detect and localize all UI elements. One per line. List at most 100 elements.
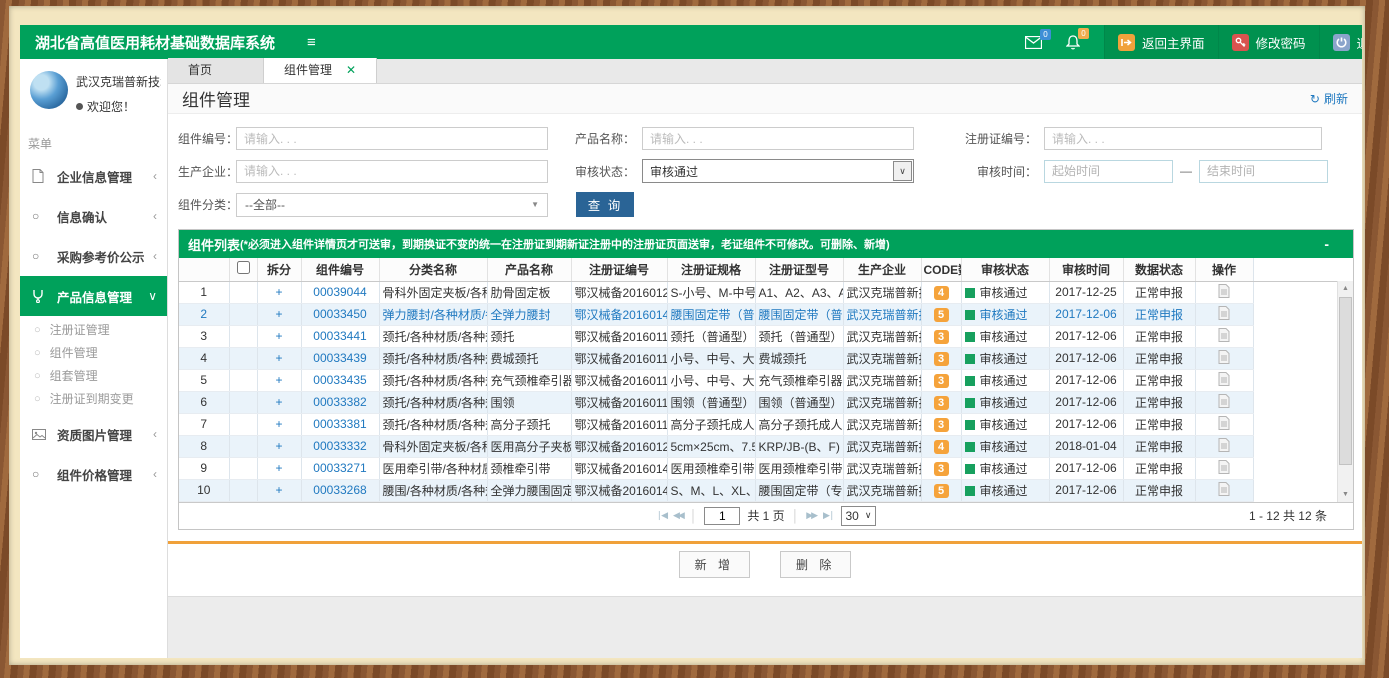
table-row[interactable]: 3 + 00033441 颈托/各种材质/各种规格 颈托 鄂汉械备2016011… bbox=[179, 325, 1353, 347]
start-time-input[interactable] bbox=[1044, 160, 1173, 183]
delete-button[interactable]: 删 除 bbox=[780, 551, 851, 578]
product-name-input[interactable] bbox=[642, 127, 914, 150]
status-square-icon bbox=[965, 288, 975, 298]
sidebar-item-product-info[interactable]: 产品信息管理 ∨ bbox=[20, 276, 167, 316]
component-code-link[interactable]: 00033332 bbox=[313, 439, 366, 453]
sidebar-item-qualification-images[interactable]: 资质图片管理 ‹ bbox=[20, 414, 167, 454]
table-row[interactable]: 9 + 00033271 医用牵引带/各种材质/各种规格 颈椎牵引带 鄂汉械备2… bbox=[179, 457, 1353, 479]
component-code-link[interactable]: 00033382 bbox=[313, 395, 366, 409]
prev-page-button[interactable]: ◀◀ bbox=[673, 510, 683, 521]
reg-spec-cell: 颈托（普通型）大 bbox=[667, 325, 755, 347]
component-code-link[interactable]: 00039044 bbox=[313, 285, 366, 299]
table-row[interactable]: 10 + 00033268 腰围/各种材质/各种规格 全弹力腰围固定带 鄂汉械备… bbox=[179, 479, 1353, 501]
next-page-button[interactable]: ▶▶ bbox=[806, 510, 816, 521]
table-row[interactable]: 1 + 00039044 骨科外固定夹板/各种材质 肋骨固定板 鄂汉械备2016… bbox=[179, 281, 1353, 303]
return-main-icon bbox=[1118, 34, 1135, 51]
view-detail-icon[interactable] bbox=[1218, 394, 1230, 408]
component-code-link[interactable]: 00033450 bbox=[313, 307, 366, 321]
vertical-scrollbar[interactable]: ▲ ▼ bbox=[1337, 281, 1353, 502]
company-name: 武汉克瑞普新技术 bbox=[76, 73, 161, 90]
sidebar-item-enterprise-info[interactable]: 企业信息管理 ‹ bbox=[20, 156, 167, 196]
data-status-cell: 正常申报 bbox=[1123, 325, 1195, 347]
table-row[interactable]: 5 + 00033435 颈托/各种材质/各种规格 充气颈椎牵引器 鄂汉械备20… bbox=[179, 369, 1353, 391]
page-size-select[interactable]: 30 ∨ bbox=[841, 506, 877, 526]
bell-icon[interactable]: 0 bbox=[1066, 35, 1080, 50]
expand-row-button[interactable]: + bbox=[275, 461, 282, 475]
reg-no-label: 注册证编号： bbox=[914, 130, 1044, 147]
manufacturer-input[interactable] bbox=[236, 160, 548, 183]
close-tab-icon[interactable]: ✕ bbox=[346, 58, 356, 83]
reg-no-input[interactable] bbox=[1044, 127, 1322, 150]
sidebar-item-kit-mgmt[interactable]: ○组套管理 bbox=[20, 364, 167, 387]
scroll-down-icon[interactable]: ▼ bbox=[1338, 487, 1353, 502]
view-detail-icon[interactable] bbox=[1218, 328, 1230, 342]
code-count-badge: 3 bbox=[934, 462, 949, 476]
view-detail-icon[interactable] bbox=[1218, 460, 1230, 474]
refresh-button[interactable]: ↻ 刷新 bbox=[1310, 90, 1348, 107]
view-detail-icon[interactable] bbox=[1218, 284, 1230, 298]
component-no-input[interactable] bbox=[236, 127, 548, 150]
page-number-input[interactable] bbox=[704, 507, 740, 525]
scroll-up-icon[interactable]: ▲ bbox=[1338, 281, 1353, 296]
sidebar-item-reference-price[interactable]: ○ 采购参考价公示 ‹ bbox=[20, 236, 167, 276]
table-row[interactable]: 2 + 00033450 弹力腰封/各种材质/各种规格 全弹力腰封 鄂汉械备20… bbox=[179, 303, 1353, 325]
sidebar-item-info-confirm[interactable]: ○ 信息确认 ‹ bbox=[20, 196, 167, 236]
component-code-link[interactable]: 00033439 bbox=[313, 351, 366, 365]
audit-status-select[interactable]: 审核通过 ∨ bbox=[642, 159, 914, 183]
tab-home[interactable]: 首页 bbox=[168, 58, 264, 83]
view-detail-icon[interactable] bbox=[1218, 350, 1230, 364]
audit-status-cell: 审核通过 bbox=[961, 479, 1049, 501]
add-button[interactable]: 新 增 bbox=[679, 551, 750, 578]
category-cell: 颈托/各种材质/各种规格 bbox=[379, 325, 487, 347]
change-password-button[interactable]: 修改密码 bbox=[1218, 25, 1319, 59]
menu-toggle-icon[interactable]: ≡ bbox=[307, 34, 316, 51]
reg-no-cell: 鄂汉械备20160117 bbox=[571, 325, 667, 347]
scrollbar-thumb[interactable] bbox=[1339, 297, 1352, 465]
view-detail-icon[interactable] bbox=[1218, 306, 1230, 320]
expand-row-button[interactable]: + bbox=[275, 307, 282, 321]
end-time-input[interactable] bbox=[1199, 160, 1328, 183]
view-detail-icon[interactable] bbox=[1218, 438, 1230, 452]
first-page-button[interactable]: ❘◀ bbox=[656, 510, 666, 521]
sidebar-item-registration-cert[interactable]: ○注册证管理 bbox=[20, 318, 167, 341]
return-main-button[interactable]: 返回主界面 bbox=[1104, 25, 1218, 59]
search-button[interactable]: 查 询 bbox=[576, 192, 634, 217]
expand-row-button[interactable]: + bbox=[275, 439, 282, 453]
view-detail-icon[interactable] bbox=[1218, 482, 1230, 496]
mail-icon[interactable]: 0 bbox=[1025, 36, 1042, 49]
expand-row-button[interactable]: + bbox=[275, 373, 282, 387]
sidebar-item-cert-expiry-change[interactable]: ○注册证到期变更 bbox=[20, 387, 167, 410]
reg-no-cell: 鄂汉械备20160126 bbox=[571, 281, 667, 303]
table-row[interactable]: 7 + 00033381 颈托/各种材质/各种规格 高分子颈托 鄂汉械备2016… bbox=[179, 413, 1353, 435]
component-code-link[interactable]: 00033441 bbox=[313, 329, 366, 343]
circle-icon: ○ bbox=[32, 249, 48, 263]
expand-row-button[interactable]: + bbox=[275, 417, 282, 431]
row-checkbox-cell bbox=[229, 435, 257, 457]
expand-row-button[interactable]: + bbox=[275, 329, 282, 343]
sidebar-item-component-price[interactable]: ○ 组件价格管理 ‹ bbox=[20, 454, 167, 494]
view-detail-icon[interactable] bbox=[1218, 416, 1230, 430]
table-row[interactable]: 8 + 00033332 骨科外固定夹板/各种材质 医用高分子夹板 鄂汉械备20… bbox=[179, 435, 1353, 457]
expand-row-button[interactable]: + bbox=[275, 483, 282, 497]
table-row[interactable]: 4 + 00033439 颈托/各种材质/各种规格 费城颈托 鄂汉械备20160… bbox=[179, 347, 1353, 369]
logout-button[interactable]: 退出 bbox=[1319, 25, 1362, 59]
expand-row-button[interactable]: + bbox=[275, 395, 282, 409]
expand-row-button[interactable]: + bbox=[275, 351, 282, 365]
last-page-button[interactable]: ▶❘ bbox=[823, 510, 833, 521]
select-arrow-icon: ∨ bbox=[865, 510, 872, 521]
component-code-link[interactable]: 00033268 bbox=[313, 483, 366, 497]
component-code-link[interactable]: 00033271 bbox=[313, 461, 366, 475]
tab-component-mgmt[interactable]: 组件管理 ✕ bbox=[264, 58, 377, 83]
row-number: 1 bbox=[179, 281, 229, 303]
collapse-panel-button[interactable]: - bbox=[1324, 236, 1329, 252]
circle-icon: ○ bbox=[34, 324, 41, 336]
category-select[interactable]: --全部-- ▼ bbox=[236, 193, 548, 217]
product-name-cell: 充气颈椎牵引器 bbox=[487, 369, 571, 391]
sidebar-item-component-mgmt[interactable]: ○组件管理 bbox=[20, 341, 167, 364]
expand-row-button[interactable]: + bbox=[275, 285, 282, 299]
select-all-checkbox[interactable] bbox=[237, 261, 250, 274]
component-code-link[interactable]: 00033435 bbox=[313, 373, 366, 387]
table-row[interactable]: 6 + 00033382 颈托/各种材质/各种规格 围领 鄂汉械备2016011… bbox=[179, 391, 1353, 413]
component-code-link[interactable]: 00033381 bbox=[313, 417, 366, 431]
view-detail-icon[interactable] bbox=[1218, 372, 1230, 386]
